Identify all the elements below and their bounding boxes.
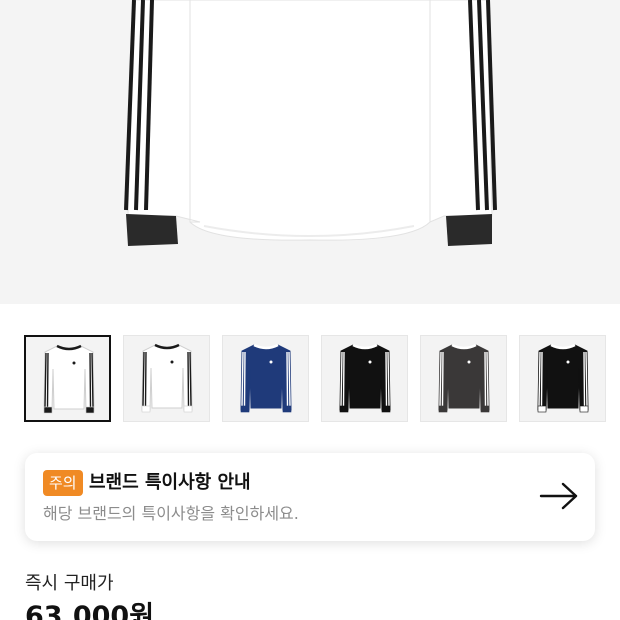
shirt-illustration — [124, 0, 497, 246]
arrow-right-icon[interactable] — [539, 481, 579, 511]
brand-notice-card[interactable]: 주의 브랜드 특이사항 안내 해당 브랜드의 특이사항을 확인하세요. — [25, 453, 595, 541]
thumbnail-strip[interactable] — [24, 335, 620, 423]
thumb-navy-white-stripes[interactable] — [222, 335, 309, 422]
thumb-charcoal-white-stripes[interactable] — [420, 335, 507, 422]
notice-subtitle: 해당 브랜드의 특이사항을 확인하세요. — [43, 504, 299, 523]
caution-badge: 주의 — [43, 470, 83, 496]
shirt-thumbnail-icon — [141, 343, 193, 413]
instant-buy-price-label: 즉시 구매가 — [25, 573, 114, 594]
shirt-thumbnail-icon — [438, 343, 490, 413]
shirt-thumbnail-icon — [537, 343, 589, 413]
thumb-black-white-stripes-alt[interactable] — [519, 335, 606, 422]
shirt-thumbnail-icon — [43, 344, 95, 414]
product-hero-image[interactable] — [0, 0, 620, 304]
instant-buy-price: 63,000원 — [25, 601, 155, 620]
thumb-white-black-stripes-alt[interactable] — [123, 335, 210, 422]
thumb-black-white-stripes[interactable] — [321, 335, 408, 422]
notice-title: 브랜드 특이사항 안내 — [89, 472, 251, 493]
shirt-thumbnail-icon — [339, 343, 391, 413]
thumb-white-black-stripes[interactable] — [24, 335, 111, 422]
shirt-thumbnail-icon — [240, 343, 292, 413]
